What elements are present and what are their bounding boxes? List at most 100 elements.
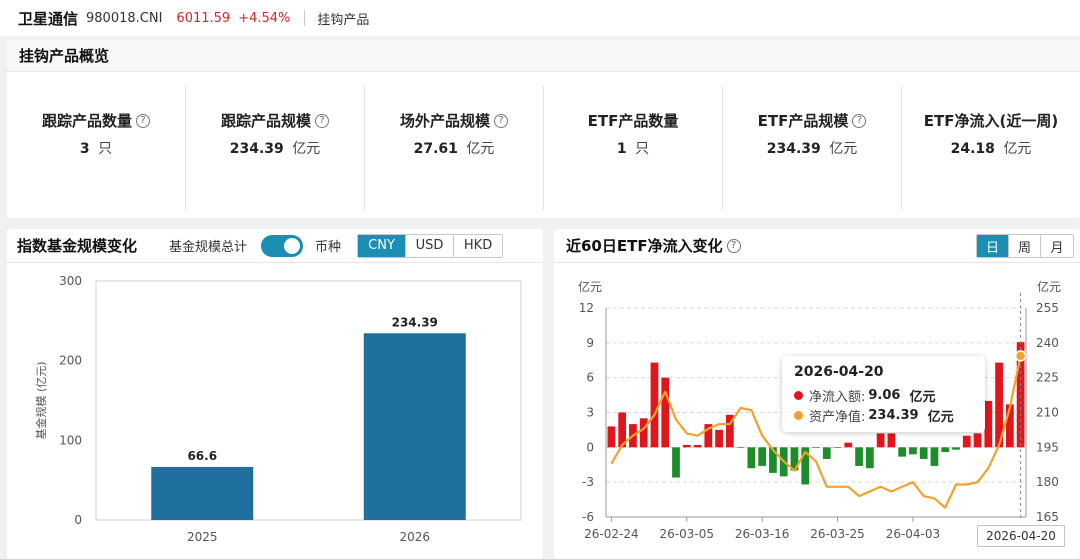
y-tick-label: 300: [59, 274, 82, 288]
toggle-label: 基金规模总计: [169, 240, 248, 255]
inflow-bar: [984, 400, 993, 448]
overview-title: 挂钩产品概览: [7, 40, 1080, 72]
y-right-tick-label: 255: [1036, 301, 1059, 315]
left-axis-unit: 亿元: [578, 279, 602, 294]
cursor-date-label: 2026-04-20: [977, 525, 1065, 547]
y-right-tick-label: 225: [1036, 371, 1059, 385]
stat-value: 27.61 亿元: [413, 141, 495, 157]
etf-inflow-header: 近60日ETF净流入变化? 日 周 月: [554, 229, 1080, 263]
index-price: 6011.59: [176, 10, 231, 26]
stat-card: 跟踪产品规模? 234.39 亿元: [186, 86, 365, 210]
currency-usd[interactable]: USD: [406, 234, 455, 257]
stat-label: ETF产品数量: [587, 112, 679, 130]
x-tick-label: 2026: [399, 530, 430, 544]
currency-label: 币种: [315, 240, 342, 255]
overview-panel: 挂钩产品概览 跟踪产品数量? 3 只 跟踪产品规模? 234.39 亿元 场外产…: [7, 40, 1080, 218]
currency-cny[interactable]: CNY: [358, 234, 407, 257]
stats-row: 跟踪产品数量? 3 只 跟踪产品规模? 234.39 亿元 场外产品规模? 27…: [7, 86, 1080, 210]
fund-size-panel: 指数基金规模变化 基金规模总计 币种 CNY USD HKD 0 100 200 30…: [7, 229, 543, 559]
tooltip-row-nav: 资产净值: 234.39 亿元: [794, 405, 973, 425]
stat-card: 跟踪产品数量? 3 只: [7, 86, 186, 210]
inflow-bar: [812, 447, 820, 448]
stat-label: 跟踪产品数量?: [42, 108, 150, 134]
breadcrumb[interactable]: 挂钩产品: [317, 9, 369, 28]
inflow-bar: [898, 447, 907, 457]
panel-title: 指数基金规模变化: [17, 237, 138, 255]
inflow-bar: [962, 435, 971, 448]
y-tick-label: 12: [579, 301, 594, 315]
stat-card: 场外产品规模? 27.61 亿元: [365, 86, 544, 210]
stat-value: 1 只: [616, 141, 650, 157]
inflow-bar: [758, 447, 767, 466]
inflow-bar: [919, 447, 928, 459]
tooltip-date: 2026-04-20: [794, 364, 884, 380]
inflow-bar: [715, 429, 723, 448]
inflow-bar: [736, 447, 745, 448]
inflow-bar: [682, 445, 691, 448]
inflow-bar: [887, 433, 896, 448]
stat-value: 234.39 亿元: [766, 141, 858, 157]
divider: [304, 10, 306, 26]
stat-value: 24.18 亿元: [950, 141, 1032, 157]
bar: [363, 333, 466, 520]
help-icon[interactable]: ?: [315, 114, 329, 128]
fund-size-chart: 0 100 200 300 基金规模 (亿元) 66.6 2025 234.39 2026: [34, 274, 522, 544]
x-tick-label: 26-02-24: [584, 527, 638, 541]
y-tick-label: 6: [586, 371, 594, 385]
inflow-bar: [876, 433, 885, 448]
y-tick-label: 0: [74, 513, 82, 527]
currency-hkd[interactable]: HKD: [454, 235, 502, 257]
help-icon[interactable]: ?: [136, 114, 150, 128]
x-tick-label: 2025: [187, 530, 218, 544]
stat-value: 234.39 亿元: [229, 141, 321, 157]
stat-label: ETF产品规模?: [758, 108, 867, 134]
x-tick-label: 26-03-25: [810, 527, 864, 541]
currency-selector: CNY USD HKD: [357, 233, 504, 258]
inflow-bar: [693, 445, 702, 448]
x-tick-label: 26-04-03: [886, 527, 940, 541]
y-tick-label: -3: [582, 475, 594, 489]
toggle-knob: [284, 237, 301, 254]
fund-size-header: 指数基金规模变化 基金规模总计 币种 CNY USD HKD: [7, 229, 543, 263]
y-tick-label: 3: [586, 406, 594, 420]
period-month[interactable]: 月: [1041, 235, 1073, 257]
y-right-tick-label: 210: [1036, 406, 1059, 420]
nav-dot-icon: [794, 410, 803, 420]
stat-label: ETF净流入(近一周): [923, 112, 1059, 130]
y-right-tick-label: 195: [1036, 440, 1059, 454]
right-axis-unit: 亿元: [1037, 279, 1061, 294]
index-code: 980018.CNI: [86, 10, 163, 26]
stat-card: ETF净流入(近一周) 24.18 亿元: [902, 86, 1080, 210]
inflow-bar: [930, 447, 939, 466]
help-icon[interactable]: ?: [494, 114, 508, 128]
inflow-bar: [973, 433, 982, 448]
data-label: 234.39: [392, 315, 438, 329]
y-tick-label: -6: [582, 510, 594, 524]
period-selector: 日 周 月: [976, 234, 1074, 258]
inflow-bar: [844, 442, 853, 448]
y-tick-label: 0: [586, 440, 594, 454]
inflow-bar: [952, 447, 960, 450]
inflow-bar: [865, 447, 874, 469]
inflow-bar: [747, 447, 756, 469]
period-week[interactable]: 周: [1009, 235, 1041, 257]
total-toggle[interactable]: [261, 234, 304, 257]
inflow-bar: [672, 447, 680, 478]
stat-card: ETF产品规模? 234.39 亿元: [723, 86, 902, 210]
header-bar: 卫星通信 980018.CNI 6011.59 +4.54% 挂钩产品: [0, 0, 1080, 36]
x-tick-label: 26-03-16: [735, 527, 789, 541]
stat-label: 场外产品规模?: [400, 108, 508, 134]
index-name: 卫星通信: [18, 9, 79, 28]
inflow-bar: [822, 447, 831, 459]
period-day[interactable]: 日: [977, 235, 1009, 257]
help-icon[interactable]: ?: [726, 238, 741, 253]
inflow-dot-icon: [794, 390, 803, 400]
help-icon[interactable]: ?: [852, 114, 867, 128]
bar: [151, 466, 254, 520]
inflow-bar: [639, 418, 648, 448]
y-tick-label: 100: [59, 433, 82, 447]
y-tick-label: 9: [586, 336, 594, 350]
stat-value: 3 只: [79, 141, 113, 157]
y-axis-title: 基金规模 (亿元): [34, 361, 48, 439]
etf-inflow-panel: 近60日ETF净流入变化? 日 周 月 亿元 亿元 -6 165 -3 180 0 195 3 2…: [554, 229, 1080, 559]
